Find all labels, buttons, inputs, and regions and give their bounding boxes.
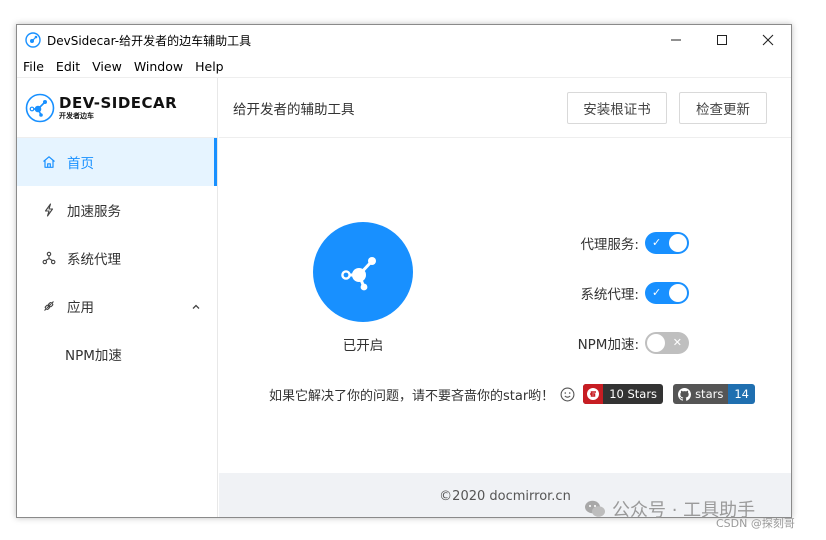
- sidebar: DEV-SIDECAR 开发者边车 首页 加速服务 系统代理 应用 NPM加速: [17, 78, 218, 517]
- app-logo-icon: [25, 32, 41, 48]
- menu-edit[interactable]: Edit: [50, 59, 86, 74]
- switch-label: 代理服务:: [580, 237, 639, 253]
- menu-bar: File Edit View Window Help: [17, 55, 791, 77]
- menu-help[interactable]: Help: [189, 59, 230, 74]
- proxy-status-label: 已开启: [342, 338, 384, 354]
- menu-file[interactable]: File: [17, 59, 50, 74]
- switch-label: NPM加速:: [577, 337, 639, 353]
- github-badge-count: 14: [728, 384, 755, 404]
- install-cert-button[interactable]: 安装根证书: [567, 92, 667, 124]
- switch-knob: [669, 234, 687, 252]
- wechat-icon: [584, 499, 606, 519]
- switch-row-system-proxy: 系统代理: ✓: [569, 282, 689, 304]
- app-body: DEV-SIDECAR 开发者边车 首页 加速服务 系统代理 应用 NPM加速 …: [17, 77, 791, 517]
- sidebar-item-system-proxy[interactable]: 系统代理: [17, 234, 217, 282]
- close-icon: ✕: [672, 336, 682, 349]
- switch-row-proxy-service: 代理服务: ✓: [569, 232, 689, 254]
- menu-window[interactable]: Window: [128, 59, 189, 74]
- main-panel: 给开发者的辅助工具 安装根证书 检查更新 已开启 代理服务: ✓ 系统代理: ✓…: [219, 78, 791, 517]
- sidebar-nav: 首页 加速服务 系统代理 应用 NPM加速: [17, 138, 217, 378]
- gitee-icon: [583, 384, 604, 404]
- sidebar-subitem-npm[interactable]: NPM加速: [17, 330, 217, 378]
- sidebar-item-label: 首页: [67, 156, 94, 172]
- csdn-watermark: CSDN @探刻哥: [716, 517, 795, 530]
- switch-label: 系统代理:: [580, 287, 639, 303]
- switch-knob: [647, 334, 665, 352]
- menu-view[interactable]: View: [86, 59, 128, 74]
- home-icon: [41, 154, 57, 170]
- chevron-up-icon: [191, 300, 201, 316]
- maximize-button[interactable]: [699, 25, 745, 55]
- api-icon: [41, 298, 57, 314]
- sidebar-item-home[interactable]: 首页: [17, 138, 217, 186]
- smile-icon: [560, 387, 575, 402]
- github-stars-badge[interactable]: stars 14: [673, 384, 755, 404]
- sidebar-item-apps[interactable]: 应用: [17, 282, 217, 330]
- page-title: 给开发者的辅助工具: [233, 101, 355, 118]
- github-icon: [678, 387, 692, 401]
- gitee-badge-text: 10 Stars: [609, 387, 658, 401]
- minimize-button[interactable]: [653, 25, 699, 55]
- home-content: 已开启 代理服务: ✓ 系统代理: ✓ NPM加速: ✕: [219, 138, 791, 468]
- sidebar-item-label: 系统代理: [67, 252, 121, 268]
- star-message-row: 如果它解决了你的问题，请不要吝啬你的star哟！ 10 Stars stars …: [269, 384, 755, 404]
- github-badge-label: stars: [695, 387, 724, 401]
- system-proxy-switch[interactable]: ✓: [645, 282, 689, 304]
- proxy-service-switch[interactable]: ✓: [645, 232, 689, 254]
- apartment-icon: [41, 250, 57, 266]
- thunderbolt-icon: [41, 202, 57, 218]
- logo: DEV-SIDECAR 开发者边车: [17, 78, 217, 138]
- copyright-text: ©2020 docmirror.cn: [439, 488, 571, 504]
- sidebar-subitem-label: NPM加速: [65, 348, 122, 364]
- npm-acceleration-switch[interactable]: ✕: [645, 332, 689, 354]
- check-icon: ✓: [652, 286, 662, 299]
- star-message: 如果它解决了你的问题，请不要吝啬你的star哟！: [269, 388, 555, 404]
- gitee-stars-badge[interactable]: 10 Stars: [583, 384, 664, 404]
- sidebar-item-label: 应用: [67, 300, 94, 316]
- page-header: 给开发者的辅助工具 安装根证书 检查更新: [219, 78, 791, 138]
- switch-row-npm: NPM加速: ✕: [569, 332, 689, 354]
- close-button[interactable]: [745, 25, 791, 55]
- logo-title: DEV-SIDECAR: [59, 93, 178, 112]
- window-title: DevSidecar-给开发者的边车辅助工具: [47, 33, 252, 48]
- title-bar: DevSidecar-给开发者的边车辅助工具: [17, 25, 791, 55]
- logo-subtitle: 开发者边车: [59, 111, 94, 120]
- logo-mark-icon: [25, 93, 55, 122]
- check-icon: ✓: [652, 236, 662, 249]
- check-update-button[interactable]: 检查更新: [679, 92, 767, 124]
- app-window: DevSidecar-给开发者的边车辅助工具 File Edit View Wi…: [16, 24, 792, 518]
- sidecar-logo-icon: [341, 257, 376, 291]
- sidebar-item-label: 加速服务: [67, 204, 121, 220]
- switch-knob: [669, 284, 687, 302]
- proxy-toggle-button[interactable]: [313, 222, 413, 322]
- sidebar-item-acceleration[interactable]: 加速服务: [17, 186, 217, 234]
